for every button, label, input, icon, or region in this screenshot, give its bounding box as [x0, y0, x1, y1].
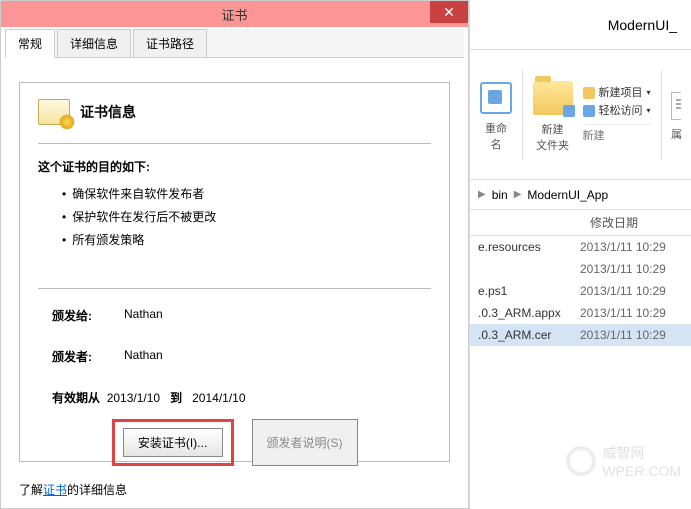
annotation-highlight: 安装证书(I)...: [112, 419, 234, 466]
tab-general[interactable]: 常规: [5, 29, 55, 58]
issuer-statement-button[interactable]: 颁发者说明(S): [252, 419, 358, 466]
valid-from: 2013/1/10: [107, 391, 160, 405]
dialog-title: 证书: [221, 5, 247, 24]
issued-to-value: Nathan: [124, 307, 163, 324]
explorer-window: ModernUI_ 重命名 新建 文件夹 新建项目 ▾ 轻松访问 ▾ 新建 属 …: [469, 0, 691, 509]
col-date-header[interactable]: 修改日期: [580, 214, 638, 231]
properties-icon[interactable]: [671, 92, 681, 120]
file-row[interactable]: .0.3_ARM.appx2013/1/11 10:29: [470, 302, 691, 324]
certificate-icon: [38, 99, 70, 125]
explorer-title: ModernUI_: [470, 0, 691, 50]
easy-access-button[interactable]: 轻松访问 ▾: [583, 102, 651, 120]
list-item: 保护软件在发行后不被更改: [62, 208, 431, 225]
ribbon-group-label: 新建: [583, 124, 651, 145]
tab-cert-path[interactable]: 证书路径: [133, 29, 207, 57]
file-list: e.resources2013/1/11 10:29 2013/1/11 10:…: [470, 236, 691, 346]
rename-label[interactable]: 重命名: [480, 120, 512, 152]
breadcrumb-item[interactable]: ModernUI_App: [527, 188, 608, 202]
valid-to: 2014/1/10: [192, 391, 245, 405]
purpose-heading: 这个证书的目的如下:: [38, 158, 431, 175]
file-row[interactable]: e.resources2013/1/11 10:29: [470, 236, 691, 258]
cert-info-label: 证书信息: [80, 102, 136, 122]
tab-strip: 常规 详细信息 证书路径: [5, 29, 464, 58]
watermark: 威智网 WPER.COM: [566, 443, 681, 479]
list-item: 确保软件来自软件发布者: [62, 185, 431, 202]
chevron-right-icon[interactable]: ▶: [478, 189, 486, 200]
ribbon: 重命名 新建 文件夹 新建项目 ▾ 轻松访问 ▾ 新建 属: [470, 50, 691, 180]
new-item-button[interactable]: 新建项目 ▾: [583, 84, 651, 102]
file-row[interactable]: 2013/1/11 10:29: [470, 258, 691, 280]
breadcrumb[interactable]: ▶ bin ▶ ModernUI_App: [470, 180, 691, 210]
cert-info-box: 证书信息 这个证书的目的如下: 确保软件来自软件发布者 保护软件在发行后不被更改…: [19, 82, 450, 462]
new-folder-label[interactable]: 新建 文件夹: [533, 121, 573, 153]
logo-icon: [566, 446, 596, 476]
chevron-right-icon[interactable]: ▶: [514, 189, 522, 200]
column-headers[interactable]: 修改日期: [470, 210, 691, 236]
learn-more-link: 了解证书的详细信息: [19, 481, 127, 498]
close-button[interactable]: ✕: [430, 1, 468, 23]
purpose-list: 确保软件来自软件发布者 保护软件在发行后不被更改 所有颁发策略: [38, 185, 431, 248]
validity-row: 有效期从 2013/1/10 到 2014/1/10: [38, 389, 431, 406]
file-row[interactable]: .0.3_ARM.cer2013/1/11 10:29: [470, 324, 691, 346]
tab-content: 证书信息 这个证书的目的如下: 确保软件来自软件发布者 保护软件在发行后不被更改…: [1, 58, 468, 472]
tab-details[interactable]: 详细信息: [57, 29, 131, 57]
cert-help-link[interactable]: 证书: [43, 483, 67, 497]
issued-by-label: 颁发者:: [52, 348, 124, 365]
rename-icon[interactable]: [480, 82, 512, 114]
file-row[interactable]: e.ps12013/1/11 10:29: [470, 280, 691, 302]
certificate-dialog: 证书 ✕ 常规 详细信息 证书路径 证书信息 这个证书的目的如下: 确保软件来自…: [0, 0, 469, 509]
breadcrumb-item[interactable]: bin: [492, 188, 508, 202]
issued-by-value: Nathan: [124, 348, 163, 365]
titlebar[interactable]: 证书 ✕: [1, 1, 468, 27]
issued-to-label: 颁发给:: [52, 307, 124, 324]
new-folder-icon[interactable]: [533, 81, 573, 115]
list-item: 所有颁发策略: [62, 231, 431, 248]
install-cert-button[interactable]: 安装证书(I)...: [123, 428, 223, 457]
